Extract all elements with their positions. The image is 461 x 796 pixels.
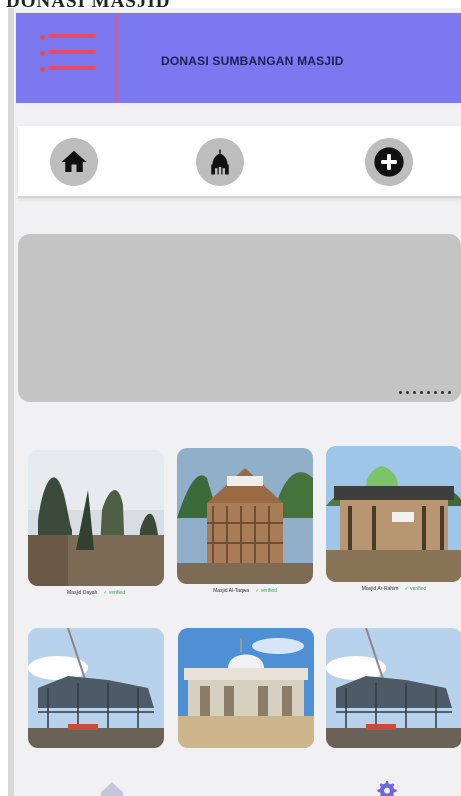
- banner-carousel[interactable]: [18, 234, 461, 402]
- frame-edge: [8, 8, 14, 796]
- mosque-name: Masjid Ar-Rahim: [361, 586, 399, 592]
- bottom-home-button[interactable]: [98, 780, 126, 796]
- home-icon: [101, 782, 123, 796]
- mosque-card[interactable]: [28, 628, 164, 752]
- mosque-photo: [326, 446, 461, 582]
- verified-badge: ✓ verified: [255, 588, 277, 594]
- mosque-name: Masjid Al-Taqwa: [213, 588, 250, 594]
- mosque-card[interactable]: [326, 628, 461, 752]
- bottom-settings-button[interactable]: [373, 780, 401, 796]
- settings-gear-icon: [377, 781, 397, 796]
- menu-button[interactable]: [24, 13, 118, 103]
- plus-circle-icon: [374, 147, 404, 177]
- mosque-photo: [28, 450, 164, 586]
- nav-mosque-button[interactable]: [196, 138, 244, 186]
- mosque-card[interactable]: Masjid Ar-Rahim ✓ verified: [326, 446, 461, 592]
- phone-frame: DONASI SUMBANGAN MASJID Masjid Dayah ✓ v…: [8, 8, 461, 796]
- mosque-photo: [178, 628, 314, 748]
- top-navbar: [18, 126, 461, 198]
- mosque-name: Masjid Dayah: [67, 590, 98, 596]
- mosque-photo: [326, 628, 461, 748]
- mosque-card[interactable]: [178, 628, 314, 752]
- app-title: DONASI SUMBANGAN MASJID: [161, 54, 344, 68]
- verified-badge: ✓ verified: [404, 586, 427, 592]
- carousel-indicator: [399, 391, 451, 394]
- mosque-photo: [28, 628, 164, 748]
- nav-home-button[interactable]: [50, 138, 98, 186]
- nav-add-button[interactable]: [365, 138, 413, 186]
- mosque-icon: [211, 149, 229, 175]
- app-header: DONASI SUMBANGAN MASJID: [16, 13, 461, 103]
- app-screen: { "page_label": "DONASI MASJID", "header…: [0, 0, 461, 796]
- mosque-card[interactable]: Masjid Dayah ✓ verified: [28, 450, 164, 596]
- bottom-nav: [16, 760, 461, 796]
- verified-badge: ✓ verified: [103, 590, 125, 596]
- mosque-photo: [177, 448, 313, 584]
- mosque-card[interactable]: Masjid Al-Taqwa ✓ verified: [177, 448, 313, 594]
- home-icon: [61, 150, 87, 172]
